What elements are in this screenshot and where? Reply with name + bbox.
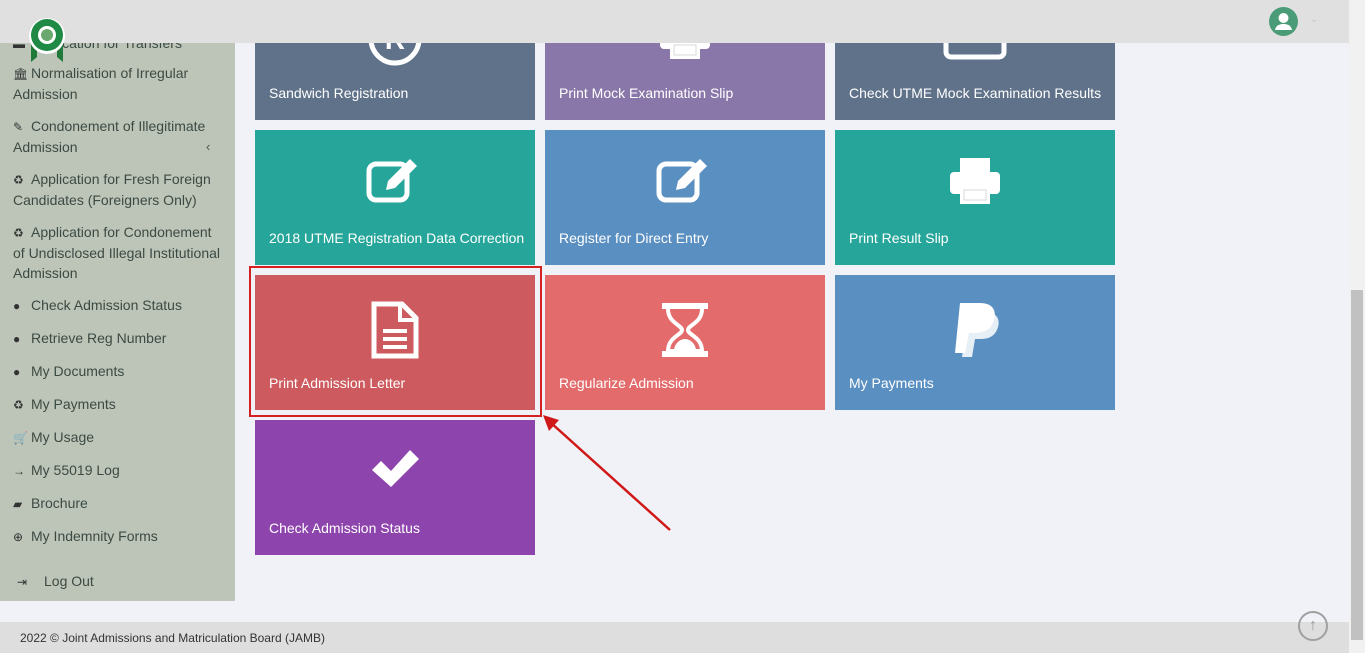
user-avatar[interactable] [1269, 7, 1298, 36]
tile-register-for-direct-entry[interactable]: Register for Direct Entry [545, 130, 825, 265]
edit-icon: ✎ [13, 120, 24, 134]
scroll-top-button[interactable]: ↑ [1298, 611, 1328, 641]
tile-label: Sandwich Registration [269, 85, 409, 101]
sidebar-item-log[interactable]: → My 55019 Log [13, 460, 225, 481]
recycle-icon: ♻ [13, 173, 24, 187]
logout-link[interactable]: ⇥ Log Out [17, 571, 229, 592]
sidebar-item-payments[interactable]: ♻ My Payments [13, 394, 225, 415]
arrow-right-icon: → [13, 464, 25, 478]
tile-label: Print Result Slip [849, 230, 949, 246]
tile-label: Check UTME Mock Examination Results [849, 85, 1102, 101]
compass-icon: ● [13, 299, 21, 313]
tile-label: Register for Direct Entry [559, 230, 709, 246]
compass-icon: ● [13, 365, 21, 379]
sidebar-item-condonement[interactable]: ✎ Condonement of Illegitimate Admission [13, 116, 225, 157]
tile-regularize-admission[interactable]: Regularize Admission [545, 275, 825, 410]
sidebar-item-documents[interactable]: ● My Documents [13, 361, 225, 382]
sidebar-item-normalisation[interactable]: 🏛 Normalisation of Irregular Admission [13, 63, 225, 104]
recycle-icon: ♻ [13, 226, 24, 240]
tile-2018-utme-registration-data-correction[interactable]: 2018 UTME Registration Data Correction [255, 130, 535, 265]
sidebar-item-retrieve-reg[interactable]: ● Retrieve Reg Number [13, 328, 225, 349]
sidebar: ▬ Application for Transfers 🏛 Normalisatio… [0, 43, 235, 601]
sidebar-item-check-status[interactable]: ● Check Admission Status [13, 295, 225, 316]
sidebar-item-foreign[interactable]: ♻ Application for Fresh Foreign Candidate… [13, 169, 225, 210]
book-icon: ▰ [13, 497, 23, 511]
tile-check-admission-status[interactable]: Check Admission Status [255, 420, 535, 555]
tile-label: Regularize Admission [559, 375, 694, 391]
bank-icon: 🏛 [13, 67, 29, 81]
tile-my-payments[interactable]: My Payments [835, 275, 1115, 410]
jamb-logo [29, 18, 65, 62]
arrow-up-icon: ↑ [1309, 617, 1317, 634]
sign-out-icon: ⇥ [17, 575, 28, 589]
download-icon: ⊕ [13, 530, 24, 544]
sidebar-item-usage[interactable]: 🛒 My Usage [13, 427, 225, 448]
top-bar: ⌄ [0, 0, 1349, 43]
chevron-left-icon[interactable]: ‹ [206, 139, 210, 154]
scrollbar-thumb[interactable] [1351, 290, 1363, 640]
sidebar-item-undisclosed[interactable]: ♻ Application for Condonement of Undisclo… [13, 222, 225, 283]
recycle-icon: ♻ [13, 398, 24, 412]
sidebar-item-indemnity[interactable]: ⊕ My Indemnity Forms [13, 526, 225, 547]
tile-label: 2018 UTME Registration Data Correction [269, 230, 525, 246]
cart-icon: 🛒 [13, 431, 28, 445]
footer: 2022 © Joint Admissions and Matriculatio… [0, 622, 1349, 653]
tile-label: Print Mock Examination Slip [559, 85, 734, 101]
chevron-down-icon[interactable]: ⌄ [1310, 14, 1318, 25]
highlight-box [249, 266, 542, 417]
annotation-arrow [543, 415, 671, 531]
compass-icon: ● [13, 332, 21, 346]
sidebar-item-brochure[interactable]: ▰ Brochure [13, 493, 225, 514]
tile-label: My Payments [849, 375, 934, 391]
tile-label: Check Admission Status [269, 520, 420, 536]
scrollbar[interactable] [1349, 0, 1365, 653]
tile-print-result-slip[interactable]: Print Result Slip [835, 130, 1115, 265]
